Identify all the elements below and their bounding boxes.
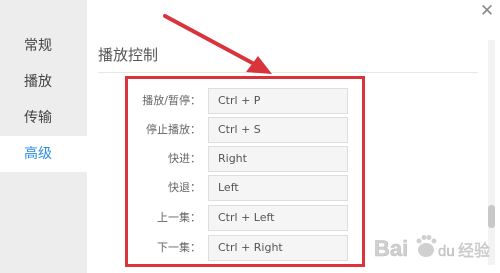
svg-text:Bai: Bai xyxy=(374,236,408,261)
baidu-watermark-logo: Bai du 经验 xyxy=(374,235,490,261)
svg-text:经验: 经验 xyxy=(458,241,490,260)
scrollbar-thumb[interactable] xyxy=(488,205,495,228)
svg-text:du: du xyxy=(438,243,455,260)
